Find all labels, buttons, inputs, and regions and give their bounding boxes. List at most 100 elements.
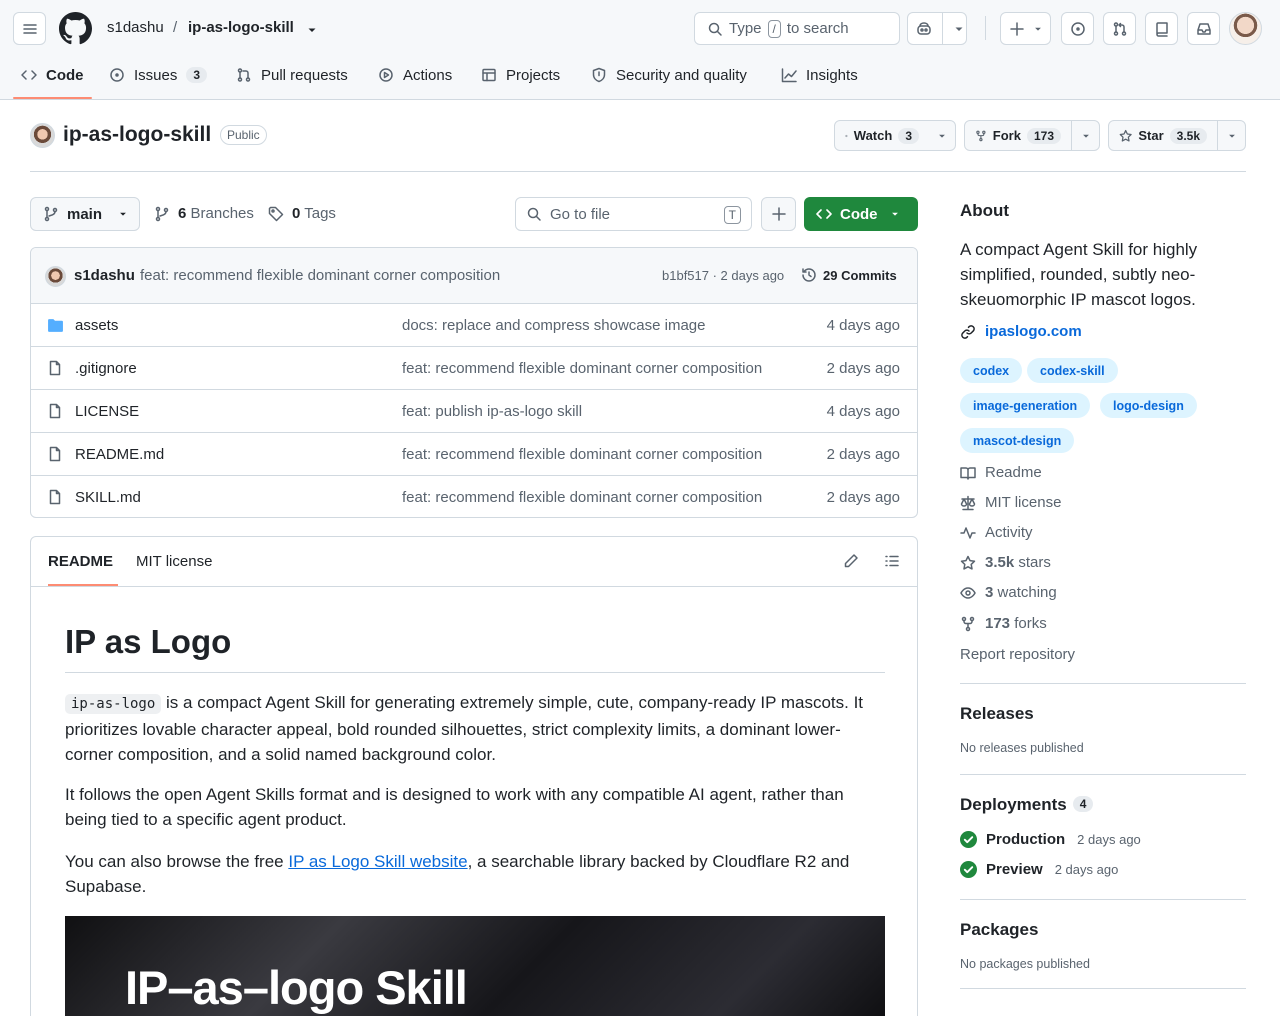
tab-insights[interactable]: Insights [781, 64, 858, 86]
search-input[interactable]: Type / to search [694, 12, 900, 45]
list-unordered-icon[interactable] [884, 553, 900, 569]
inbox-button[interactable] [1187, 12, 1220, 45]
caret-down-icon [891, 212, 898, 216]
website-link[interactable]: IP as Logo Skill website [288, 852, 467, 871]
star-button[interactable]: Star 3.5k [1109, 121, 1217, 150]
deployment-time: 2 days ago [1077, 832, 1141, 847]
tab-security[interactable]: Security and quality [591, 64, 747, 86]
folder-icon [48, 319, 63, 332]
latest-commit-bar: s1dashu feat: recommend flexible dominan… [31, 248, 917, 304]
branch-selector[interactable]: main [30, 197, 140, 231]
file-commit-message[interactable]: feat: publish ip-as-logo skill [402, 403, 582, 420]
tab-projects[interactable]: Projects [481, 64, 560, 86]
file-row[interactable]: LICENSE feat: publish ip-as-logo skill 4 d… [31, 390, 917, 433]
packages-heading[interactable]: Packages [960, 920, 1038, 940]
fork-dropdown[interactable] [1071, 121, 1099, 150]
file-commit-message[interactable]: feat: recommend flexible dominant corner… [402, 360, 762, 377]
file-name[interactable]: SKILL.md [75, 489, 141, 506]
github-logo-icon[interactable] [59, 12, 92, 45]
tags-link[interactable]: 0 Tags [268, 205, 336, 222]
file-name[interactable]: LICENSE [75, 403, 139, 420]
forks-count: 173 [985, 615, 1011, 632]
license-link[interactable]: MIT license [960, 494, 1061, 511]
license-link-label: MIT license [985, 494, 1062, 511]
file-commit-message[interactable]: docs: replace and compress showcase imag… [402, 317, 706, 334]
add-file-button[interactable] [761, 197, 796, 231]
commits-history-link[interactable]: 29 Commits [801, 267, 897, 283]
caret-down-icon [939, 134, 945, 138]
commit-author-avatar[interactable] [45, 266, 66, 287]
file-row[interactable]: .gitignore feat: recommend flexible domin… [31, 347, 917, 390]
topic-tag[interactable]: codex-skill [1027, 358, 1118, 383]
fork-button[interactable]: Fork 173 [965, 121, 1071, 150]
file-row[interactable]: README.md feat: recommend flexible domina… [31, 433, 917, 476]
commit-hash-time[interactable]: b1bf517 · 2 days ago [662, 268, 784, 283]
file-name[interactable]: README.md [75, 446, 164, 463]
file-icon [49, 360, 61, 376]
repo-owner-avatar[interactable] [30, 123, 55, 148]
tab-issues[interactable]: Issues 3 [109, 64, 208, 86]
deployment-preview[interactable]: Preview 2 days ago [960, 861, 1118, 878]
file-row[interactable]: SKILL.md feat: recommend flexible dominan… [31, 476, 917, 517]
topic-tag[interactable]: codex [960, 358, 1023, 383]
pencil-icon[interactable] [843, 553, 859, 569]
deployments-heading[interactable]: Deployments 4 [960, 795, 1094, 815]
check-circle-icon [960, 831, 977, 848]
copilot-button[interactable] [907, 12, 967, 45]
branches-count: 6 [178, 205, 187, 222]
file-name[interactable]: assets [75, 317, 118, 334]
deployments-count: 4 [1072, 796, 1094, 812]
watch-dropdown[interactable] [929, 121, 955, 150]
report-repository-link[interactable]: Report repository [960, 646, 1075, 663]
homepage-link[interactable]: ipaslogo.com [960, 323, 1082, 340]
star-dropdown[interactable] [1217, 121, 1245, 150]
file-commit-date: 2 days ago [826, 489, 900, 506]
activity-link[interactable]: Activity [960, 524, 1033, 541]
file-icon [49, 403, 61, 419]
commit-message[interactable]: feat: recommend flexible dominant corner… [140, 267, 500, 284]
topic-tag[interactable]: mascot-design [960, 428, 1075, 453]
star-icon [1119, 129, 1132, 142]
watch-button[interactable]: Watch 3 [835, 121, 929, 150]
readme-link[interactable]: Readme [960, 464, 1042, 481]
file-row[interactable]: assets docs: replace and compress showcas… [31, 304, 917, 347]
commit-author[interactable]: s1dashu [74, 267, 135, 284]
repo-title[interactable]: ip-as-logo-skill [63, 123, 211, 147]
caret-down-icon[interactable] [306, 24, 318, 36]
tab-readme[interactable]: README [48, 553, 113, 570]
repo-forked-icon [976, 130, 986, 141]
deployment-production[interactable]: Production 2 days ago [960, 831, 1141, 848]
branches-link[interactable]: 6 Branches [154, 205, 254, 222]
go-to-file-input[interactable]: Go to file T [515, 197, 752, 231]
releases-heading[interactable]: Releases [960, 704, 1034, 724]
topic-tag[interactable]: logo-design [1100, 393, 1197, 418]
tab-actions[interactable]: Actions [378, 64, 452, 86]
file-name[interactable]: .gitignore [75, 360, 137, 377]
repositories-button[interactable] [1145, 12, 1178, 45]
law-icon [960, 495, 976, 510]
stars-link[interactable]: 3.5k stars [960, 554, 1051, 571]
tab-code[interactable]: Code [21, 64, 84, 86]
tab-license[interactable]: MIT license [136, 553, 212, 570]
tab-pull-requests[interactable]: Pull requests [236, 64, 348, 86]
forks-link[interactable]: 173 forks [960, 615, 1047, 632]
table-icon [482, 68, 496, 82]
check-circle-icon [960, 861, 977, 878]
menu-button[interactable] [13, 12, 46, 45]
file-commit-message[interactable]: feat: recommend flexible dominant corner… [402, 489, 762, 506]
tab-label: Insights [806, 66, 858, 84]
graph-icon [781, 68, 797, 83]
user-avatar[interactable] [1229, 12, 1262, 45]
issues-button[interactable] [1061, 12, 1094, 45]
branch-name: main [67, 205, 103, 223]
watching-link[interactable]: 3 watching [960, 584, 1057, 601]
create-new-button[interactable] [1000, 12, 1051, 45]
repo-link[interactable]: ip-as-logo-skill [188, 19, 294, 36]
file-commit-message[interactable]: feat: recommend flexible dominant corner… [402, 446, 762, 463]
deployment-name: Preview [986, 861, 1043, 878]
tags-count: 0 [292, 205, 301, 222]
tab-label: Actions [403, 66, 453, 84]
topic-tag[interactable]: image-generation [960, 393, 1091, 418]
code-clone-button[interactable]: Code [804, 197, 918, 231]
owner-link[interactable]: s1dashu [107, 19, 164, 36]
